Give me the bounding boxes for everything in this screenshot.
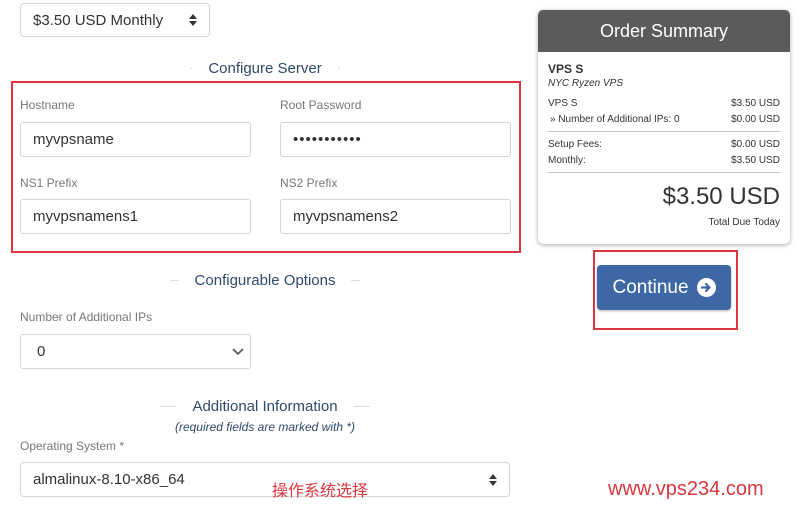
total-due: $3.50 USD: [662, 183, 780, 210]
summary-fee-value: $0.00 USD: [731, 138, 780, 150]
divider: [353, 405, 370, 407]
summary-fee-line: Setup Fees: $0.00 USD: [548, 136, 780, 152]
hostname-label: Hostname: [20, 98, 75, 112]
summary-line-label: » Number of Additional IPs: 0: [550, 113, 680, 125]
ns2-prefix-label: NS2 Prefix: [280, 176, 338, 190]
billing-cycle-select[interactable]: $3.50 USD Monthly: [20, 3, 210, 37]
summary-fee-label: Setup Fees:: [548, 138, 602, 150]
ns2-prefix-input[interactable]: myvpsnamens2: [280, 199, 511, 234]
operating-system-select[interactable]: almalinux-8.10-x86_64: [20, 462, 510, 497]
summary-fee-line: Monthly: $3.50 USD: [548, 152, 780, 168]
arrow-right-circle-icon: [696, 278, 716, 297]
divider: [160, 405, 177, 407]
summary-line: VPS S $3.50 USD: [548, 95, 780, 111]
ns1-prefix-value: myvpsnamens1: [33, 208, 139, 225]
order-summary-body: VPS S NYC Ryzen VPS VPS S $3.50 USD » Nu…: [538, 52, 790, 228]
summary-fee-value: $3.50 USD: [731, 154, 780, 166]
ns2-prefix-value: myvpsnamens2: [293, 208, 399, 225]
total-due-label: Total Due Today: [708, 217, 780, 228]
ns1-prefix-label: NS1 Prefix: [20, 176, 78, 190]
operating-system-value: almalinux-8.10-x86_64: [33, 471, 185, 488]
watermark: www.vps234.com: [608, 478, 764, 500]
summary-fee-label: Monthly:: [548, 154, 586, 166]
billing-cycle-value: $3.50 USD Monthly: [33, 11, 164, 29]
continue-button[interactable]: Continue: [597, 265, 731, 310]
additional-ips-label: Number of Additional IPs: [20, 310, 153, 324]
select-arrows-icon: [489, 473, 497, 486]
divider: [548, 172, 780, 173]
order-summary-panel: Order Summary VPS S NYC Ryzen VPS VPS S …: [538, 10, 790, 244]
configure-server-title: Configure Server: [208, 59, 322, 77]
ns1-prefix-input[interactable]: myvpsnamens1: [20, 199, 251, 234]
product-group: NYC Ryzen VPS: [548, 78, 624, 89]
additional-ips-value: 0: [37, 343, 46, 360]
product-name: VPS S: [548, 62, 584, 76]
summary-line: » Number of Additional IPs: 0 $0.00 USD: [548, 111, 780, 127]
hostname-input[interactable]: myvpsname: [20, 122, 251, 157]
operating-system-label: Operating System *: [20, 439, 125, 453]
configure-server-heading: Configure Server: [20, 58, 510, 78]
divider: [548, 131, 780, 132]
summary-line-label: VPS S: [548, 97, 578, 109]
chevron-down-icon: [232, 347, 244, 355]
required-fields-note: (required fields are marked with *): [174, 420, 356, 434]
summary-line-value: $0.00 USD: [731, 113, 780, 125]
hostname-value: myvpsname: [33, 131, 114, 148]
os-selection-annotation: 操作系统选择: [272, 483, 369, 500]
additional-ips-select[interactable]: 0: [20, 334, 251, 369]
root-password-input[interactable]: •••••••••••: [280, 122, 511, 157]
configurable-options-heading: Configurable Options: [20, 270, 510, 290]
order-summary-title: Order Summary: [599, 20, 729, 41]
configurable-options-title: Configurable Options: [194, 271, 336, 289]
additional-information-title: Additional Information: [192, 397, 338, 415]
divider: [337, 67, 341, 69]
divider: [351, 279, 361, 281]
select-arrows-icon: [189, 14, 197, 26]
summary-line-value: $3.50 USD: [731, 97, 780, 109]
root-password-label: Root Password: [280, 98, 362, 112]
additional-information-heading: Additional Information: [20, 396, 510, 416]
order-summary-header: Order Summary: [538, 10, 790, 52]
continue-label: Continue: [612, 276, 689, 298]
divider: [170, 279, 179, 281]
root-password-value: •••••••••••: [293, 131, 362, 148]
